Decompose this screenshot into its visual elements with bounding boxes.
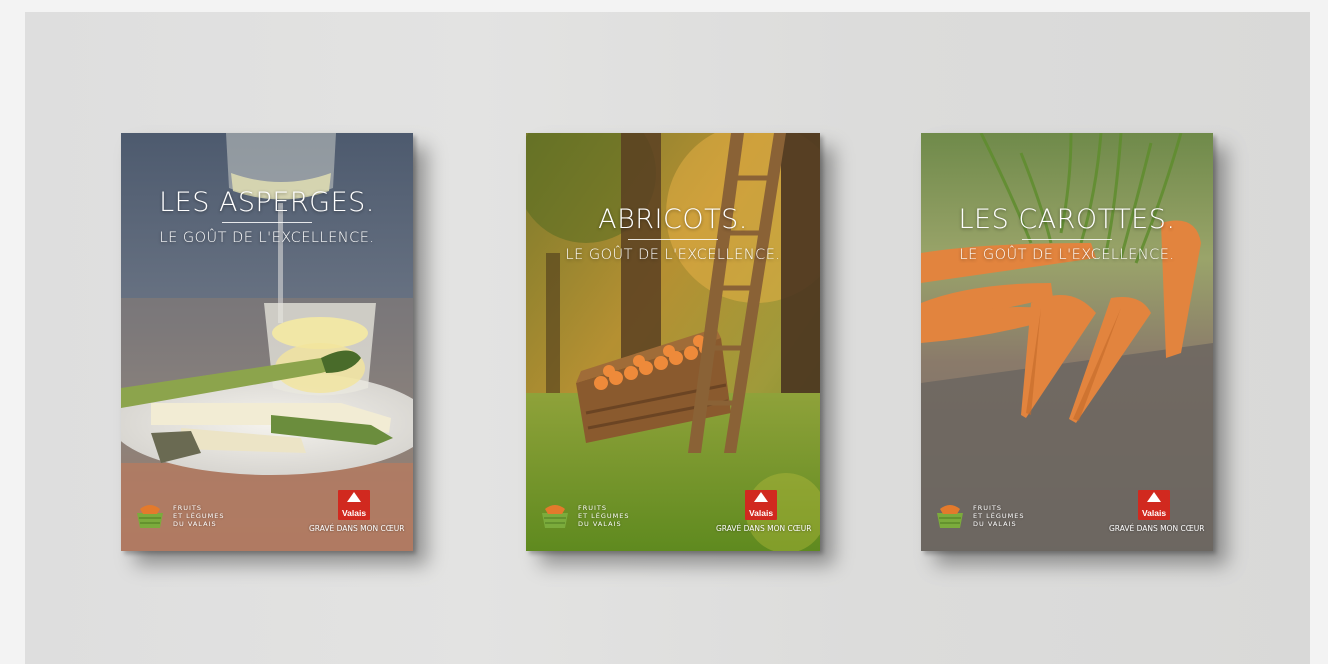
brochure-apricots: ABRICOTS. LE GOÛT DE L'EXCELLENCE. FRUIT… [526, 133, 820, 551]
basket-logo-icon [542, 505, 568, 528]
valais-slogan: GRAVÉ DANS MON CŒUR [309, 524, 405, 533]
title-divider [1022, 239, 1112, 240]
fruits-legumes-logo: FRUITS ET LÉGUMES DU VALAIS [135, 501, 225, 531]
title-divider [222, 222, 312, 223]
headline: ABRICOTS. LE GOÛT DE L'EXCELLENCE. [526, 205, 820, 264]
logo-line-3: DU VALAIS [973, 520, 1017, 528]
basket-logo-icon [137, 505, 163, 528]
apricots-photo [526, 133, 820, 551]
valais-badge: Valais [745, 490, 777, 520]
mountain-icon [347, 492, 361, 502]
logo-line-3: DU VALAIS [578, 520, 622, 528]
valais-slogan: GRAVÉ DANS MON CŒUR [1109, 524, 1205, 533]
logo-line-2: ET LÉGUMES [578, 512, 630, 520]
brochure-title: LES ASPERGES. [159, 187, 375, 218]
logo-line-1: FRUITS [173, 504, 203, 512]
valais-badge-label: Valais [341, 508, 367, 518]
mountain-icon [754, 492, 768, 502]
brochure-tagline: LE GOÛT DE L'EXCELLENCE. [565, 247, 781, 263]
valais-slogan: GRAVÉ DANS MON CŒUR [716, 524, 812, 533]
logo-line-1: FRUITS [578, 504, 608, 512]
brochure-title: LES CAROTTES. [958, 204, 1176, 235]
basket-logo-icon [937, 505, 963, 528]
headline: LES CAROTTES. LE GOÛT DE L'EXCELLENCE. [921, 205, 1213, 264]
mountain-icon [1147, 492, 1161, 502]
valais-brand: Valais GRAVÉ DANS MON CŒUR [1109, 490, 1205, 533]
valais-badge: Valais [338, 490, 370, 520]
logo-line-3: DU VALAIS [173, 520, 217, 528]
logo-line-1: FRUITS [973, 504, 1003, 512]
valais-badge-label: Valais [748, 508, 774, 518]
brochure-tagline: LE GOÛT DE L'EXCELLENCE. [159, 230, 375, 246]
valais-badge-label: Valais [1141, 508, 1167, 518]
brochure-tagline: LE GOÛT DE L'EXCELLENCE. [959, 247, 1175, 263]
logo-line-2: ET LÉGUMES [173, 512, 225, 520]
headline: LES ASPERGES. LE GOÛT DE L'EXCELLENCE. [121, 188, 413, 247]
valais-brand: Valais GRAVÉ DANS MON CŒUR [716, 490, 812, 533]
title-divider [628, 239, 718, 240]
valais-badge: Valais [1138, 490, 1170, 520]
brochure-carrots: LES CAROTTES. LE GOÛT DE L'EXCELLENCE. F… [921, 133, 1213, 551]
valais-brand: Valais GRAVÉ DANS MON CŒUR [309, 490, 405, 533]
fruits-legumes-logo: FRUITS ET LÉGUMES DU VALAIS [540, 501, 630, 531]
fruits-legumes-logo: FRUITS ET LÉGUMES DU VALAIS [935, 501, 1025, 531]
brochure-title: ABRICOTS. [598, 204, 748, 235]
brochure-asparagus: LES ASPERGES. LE GOÛT DE L'EXCELLENCE. F… [121, 133, 413, 551]
carrots-photo [921, 133, 1213, 551]
logo-line-2: ET LÉGUMES [973, 512, 1025, 520]
